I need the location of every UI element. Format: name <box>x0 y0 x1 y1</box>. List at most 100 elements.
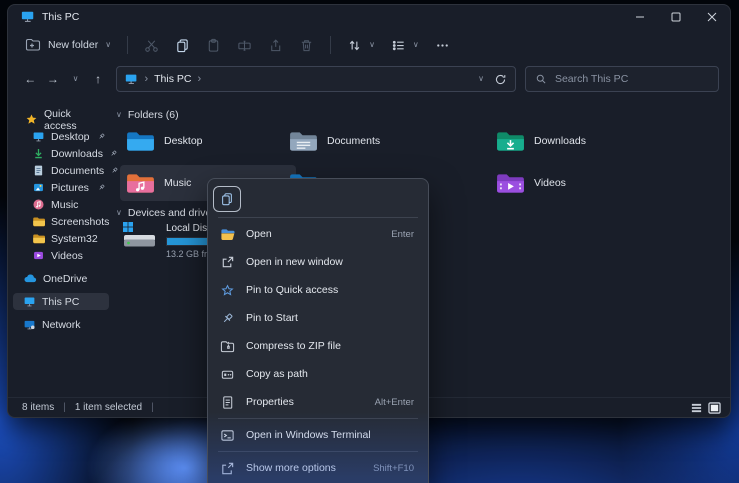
menu-item-copy-as-path[interactable]: Copy as path <box>208 360 428 388</box>
desktop-wallpaper: { "colors": { "accent_blue": "#2ba0e8", … <box>0 0 739 483</box>
search-input[interactable]: Search This PC <box>525 66 719 92</box>
sidebar-item-this-pc[interactable]: This PC <box>13 293 109 310</box>
sidebar-item-pictures[interactable]: Pictures <box>13 179 109 196</box>
thumbnail-view-icon[interactable] <box>708 402 721 414</box>
folder-downloads-icon <box>496 130 525 153</box>
breadcrumb-separator: › <box>144 73 148 85</box>
tile-label: Downloads <box>534 135 586 147</box>
sidebar-item-documents[interactable]: Documents <box>13 162 109 179</box>
sidebar-item-desktop[interactable]: Desktop <box>13 128 109 145</box>
sort-button[interactable]: ∨ <box>340 32 382 58</box>
sidebar-item-label: OneDrive <box>43 273 87 285</box>
context-menu-icon-row <box>208 183 428 215</box>
command-toolbar: New folder ∨ ∨ ∨ <box>8 29 730 61</box>
download-arrow-icon <box>32 147 45 160</box>
copy-button[interactable] <box>213 186 241 212</box>
this-pc-icon <box>21 10 35 24</box>
sidebar-item-onedrive[interactable]: OneDrive <box>13 270 109 287</box>
menu-divider <box>218 451 418 452</box>
show-more-icon <box>220 461 235 476</box>
refresh-icon[interactable] <box>494 73 507 86</box>
sidebar-item-label: Downloads <box>51 148 103 160</box>
zip-folder-icon <box>220 339 235 354</box>
copy-icon <box>220 192 234 206</box>
delete-button[interactable] <box>292 32 321 58</box>
search-icon <box>535 73 547 85</box>
sidebar-item-system32[interactable]: System32 <box>13 230 109 247</box>
new-folder-button[interactable]: New folder ∨ <box>18 32 118 58</box>
search-placeholder: Search This PC <box>555 73 628 85</box>
this-pc-icon <box>125 73 138 86</box>
menu-divider <box>218 217 418 218</box>
copy-button[interactable] <box>168 32 197 58</box>
sidebar-item-network[interactable]: Network <box>13 316 109 333</box>
sidebar-item-quick-access[interactable]: Quick access <box>13 111 109 128</box>
menu-item-open[interactable]: Open Enter <box>208 220 428 248</box>
drive-label: Local Disk (C:) <box>166 223 212 234</box>
tile-videos[interactable]: Videos <box>490 165 650 201</box>
copy-path-icon <box>220 367 235 382</box>
open-folder-icon <box>220 227 235 242</box>
window-title: This PC <box>42 11 79 23</box>
up-button[interactable]: ↑ <box>87 68 110 91</box>
forward-button[interactable]: → <box>42 68 65 91</box>
tile-documents[interactable]: Documents <box>283 123 443 159</box>
tile-downloads[interactable]: Downloads <box>490 123 650 159</box>
sidebar-item-label: Desktop <box>51 131 90 143</box>
status-divider: | <box>151 402 154 413</box>
new-folder-icon <box>25 37 41 53</box>
sidebar-item-label: Documents <box>51 165 104 177</box>
tile-label: Documents <box>327 135 380 147</box>
items-count: 8 items <box>22 402 54 413</box>
paste-button[interactable] <box>199 32 228 58</box>
sidebar-item-label: Videos <box>51 250 83 262</box>
address-bar[interactable]: › This PC › ∨ <box>116 66 516 92</box>
menu-item-pin-to-quick-access[interactable]: Pin to Quick access <box>208 276 428 304</box>
sidebar-item-screenshots[interactable]: Screenshots <box>13 213 109 230</box>
tile-desktop[interactable]: Desktop <box>120 123 280 159</box>
tile-label: Desktop <box>164 135 203 147</box>
section-header-folders[interactable]: ∨ Folders (6) <box>116 109 179 121</box>
address-dropdown-chevron[interactable]: ∨ <box>478 75 484 83</box>
sidebar-item-videos[interactable]: Videos <box>13 247 109 264</box>
menu-item-open-in-windows-terminal[interactable]: Open in Windows Terminal <box>208 421 428 449</box>
sidebar-item-label: Pictures <box>51 182 89 194</box>
navigation-pane: Quick access Desktop Downloads Documents… <box>8 97 112 397</box>
menu-item-show-more-options[interactable]: Show more options Shift+F10 <box>208 454 428 482</box>
rename-button[interactable] <box>230 32 259 58</box>
folder-icon <box>32 215 45 228</box>
breadcrumb-separator: › <box>197 73 201 85</box>
sidebar-item-downloads[interactable]: Downloads <box>13 145 109 162</box>
sidebar-item-label: Screenshots <box>51 216 109 228</box>
music-note-icon <box>32 198 45 211</box>
minimize-button[interactable] <box>622 5 658 29</box>
maximize-button[interactable] <box>658 5 694 29</box>
star-icon <box>25 113 38 126</box>
section-title: Devices and drives <box>128 207 217 219</box>
back-button[interactable]: ← <box>19 68 42 91</box>
monitor-icon <box>32 130 45 143</box>
menu-item-compress-to-zip[interactable]: Compress to ZIP file <box>208 332 428 360</box>
cut-button[interactable] <box>137 32 166 58</box>
history-chevron-button[interactable]: ∨ <box>64 68 87 91</box>
share-button[interactable] <box>261 32 290 58</box>
menu-item-properties[interactable]: Properties Alt+Enter <box>208 388 428 416</box>
sidebar-item-label: Network <box>42 319 81 331</box>
sidebar-item-music[interactable]: Music <box>13 196 109 213</box>
close-button[interactable] <box>694 5 730 29</box>
pin-icon <box>97 132 106 141</box>
menu-item-pin-to-start[interactable]: Pin to Start <box>208 304 428 332</box>
more-options-button[interactable] <box>428 32 457 58</box>
properties-icon <box>220 395 235 410</box>
chevron-down-icon: ∨ <box>116 209 122 217</box>
video-icon <box>32 249 45 262</box>
breadcrumb[interactable]: This PC <box>154 73 191 85</box>
tile-label: Videos <box>534 177 566 189</box>
menu-item-open-in-new-window[interactable]: Open in new window <box>208 248 428 276</box>
titlebar: This PC <box>8 5 730 29</box>
section-header-devices[interactable]: ∨ Devices and drives <box>116 207 217 219</box>
details-view-icon[interactable] <box>690 402 703 414</box>
toolbar-divider <box>330 36 331 54</box>
view-button[interactable]: ∨ <box>384 32 426 58</box>
network-icon <box>23 318 36 331</box>
